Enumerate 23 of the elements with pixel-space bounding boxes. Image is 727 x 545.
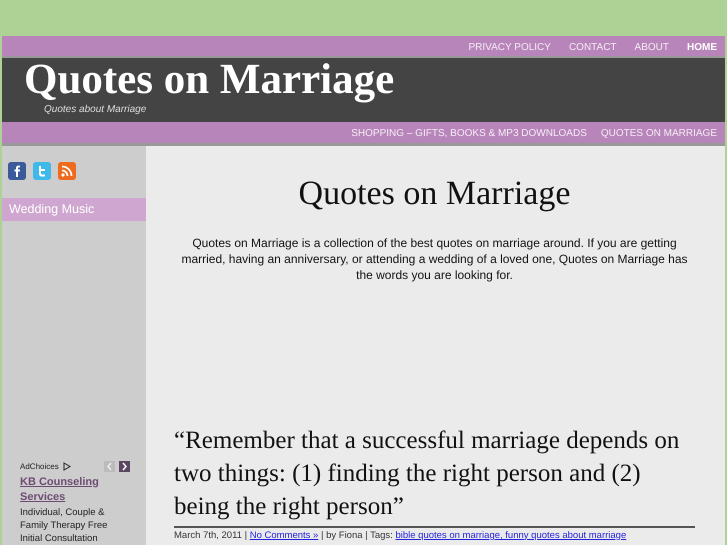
category-link[interactable]: SHOPPING – GIFTS, BOOKS & MP3 DOWNLOADS: [351, 126, 587, 143]
site-title[interactable]: Quotes on Marriage: [24, 58, 394, 102]
next-arrow-icon[interactable]: [119, 461, 130, 472]
adchoices-label[interactable]: AdChoices: [20, 460, 59, 473]
adchoices-icon[interactable]: [62, 462, 71, 472]
ad-title-link[interactable]: KB Counseling Services: [20, 474, 130, 505]
category-link[interactable]: QUOTES ON MARRIAGE: [600, 126, 717, 143]
ad-text: Individual, Couple & Family Therapy Free Initial Consultation: [20, 506, 108, 545]
sidebar-menu-item[interactable]: Wedding Music: [2, 198, 146, 221]
post-meta-link[interactable]: No Comments »: [250, 530, 318, 541]
intro-paragraph: Quotes on Marriage is a collection of the best quotes on marriage around. If you are getting married, having an anniversary, or attending a wedding of a loved one, Quotes on Marriage has the words you are looking for.: [180, 234, 689, 283]
nav-link-item[interactable]: HOME: [687, 40, 717, 56]
nav-link-item[interactable]: PRIVACY POLICY: [468, 40, 551, 56]
post-meta-link[interactable]: bible quotes on marriage, funny quotes about marriage: [395, 530, 626, 541]
quote-title[interactable]: “Remember that a successful marriage depends on two things: (1) finding the right person and (2) being the right person”: [174, 424, 695, 528]
nav-link-item[interactable]: ABOUT: [634, 40, 669, 56]
post-meta-text: March 7th, 2011 |: [174, 530, 248, 541]
rss-icon[interactable]: [58, 162, 76, 180]
facebook-icon[interactable]: [8, 162, 26, 180]
site-tagline: Quotes about Marriage: [44, 103, 146, 117]
nav-link-item[interactable]: CONTACT: [568, 40, 617, 56]
post-meta-text: | by Fiona | Tags:: [320, 530, 393, 541]
page-heading: Quotes on Marriage: [298, 174, 572, 214]
